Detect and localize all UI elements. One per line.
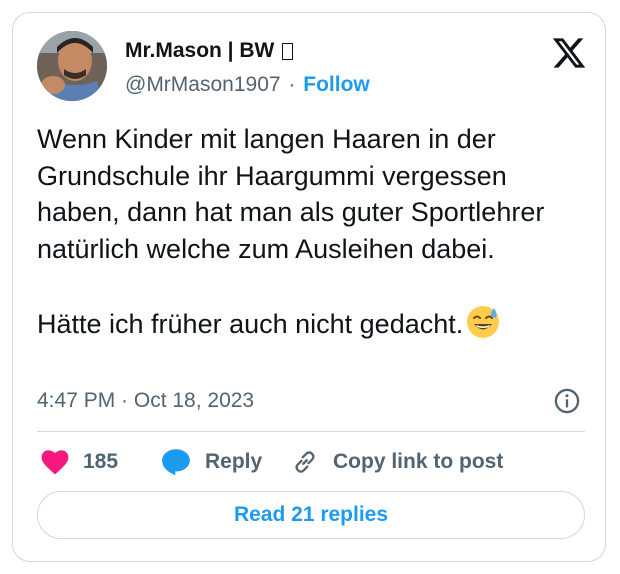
heart-icon (41, 450, 69, 475)
speech-bubble-icon (162, 449, 190, 476)
tweet-card: Mr.Mason | BW @MrMason1907 · Follow Wenn… (12, 12, 606, 562)
read-replies-label: Read 21 replies (233, 503, 389, 526)
sweat-smile-emoji-icon (467, 305, 500, 338)
separator-dot: · (288, 73, 296, 96)
tweet-paragraph-1: Wenn Kinder mit langen Haaren in der Gru… (37, 124, 552, 264)
read-replies-button[interactable]: Read 21 replies (37, 491, 585, 539)
reply-button[interactable]: Reply (161, 447, 262, 477)
x-logo-icon[interactable] (551, 35, 587, 71)
avatar[interactable] (37, 31, 107, 101)
author-name-row: Mr.Mason | BW (125, 39, 294, 63)
info-icon[interactable] (553, 387, 581, 415)
author-display-name[interactable]: Mr.Mason | BW (125, 39, 274, 63)
unrenderable-glyph-icon (282, 42, 294, 60)
tweet-paragraph-2: Hätte ich früher auch nicht gedacht. (37, 308, 464, 339)
divider (37, 431, 585, 432)
copy-link-label: Copy link to post (333, 450, 504, 473)
author-handle-row: @MrMason1907 · Follow (125, 73, 370, 97)
reply-label: Reply (205, 450, 263, 473)
follow-button[interactable]: Follow (303, 73, 370, 96)
avatar-image (37, 31, 107, 101)
link-icon (295, 451, 315, 473)
like-button[interactable]: 185 (41, 447, 118, 477)
like-count: 185 (83, 450, 119, 473)
author-handle[interactable]: @MrMason1907 (125, 73, 281, 96)
tweet-text: Wenn Kinder mit langen Haaren in der Gru… (37, 121, 593, 342)
copy-link-button[interactable]: Copy link to post (291, 447, 503, 477)
tweet-timestamp[interactable]: 4:47 PM · Oct 18, 2023 (37, 389, 254, 413)
